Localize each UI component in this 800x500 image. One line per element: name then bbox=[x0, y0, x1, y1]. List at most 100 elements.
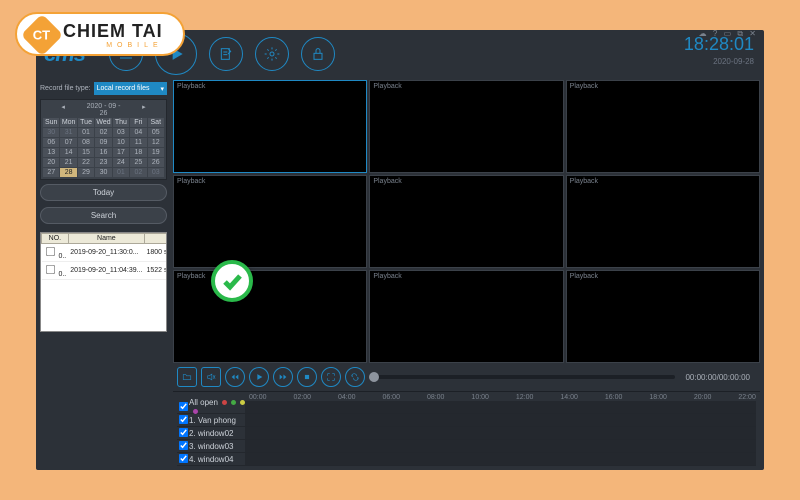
cal-day[interactable]: 30 bbox=[43, 128, 59, 137]
cal-dow: Sun bbox=[43, 118, 59, 127]
cal-day[interactable]: 21 bbox=[60, 158, 76, 167]
cal-day[interactable]: 17 bbox=[113, 148, 129, 157]
video-tile[interactable]: Playback bbox=[566, 175, 760, 268]
video-tile[interactable]: Playback bbox=[173, 175, 367, 268]
table-row[interactable]: 0..2019-09-20_11:04:39...1522 sec bbox=[42, 262, 168, 280]
cal-day[interactable]: 07 bbox=[60, 138, 76, 147]
cal-prev-icon[interactable]: ◂ bbox=[43, 103, 83, 117]
cal-day[interactable]: 28 bbox=[60, 168, 76, 177]
timeline-mark: 18:00 bbox=[649, 394, 667, 401]
file-list[interactable]: NO. Name 0..2019-09-20_11:30:0...1800 se… bbox=[40, 232, 167, 332]
cal-day[interactable]: 11 bbox=[130, 138, 146, 147]
file-type-select[interactable]: Local record files▾ bbox=[94, 82, 167, 95]
slider-thumb[interactable] bbox=[369, 372, 379, 382]
row-checkbox[interactable] bbox=[45, 265, 54, 274]
cal-day[interactable]: 24 bbox=[113, 158, 129, 167]
row-checkbox[interactable] bbox=[45, 247, 54, 256]
play-icon[interactable] bbox=[249, 367, 269, 387]
notes-icon[interactable] bbox=[209, 37, 243, 71]
cal-day[interactable]: 16 bbox=[95, 148, 111, 157]
loop-icon[interactable] bbox=[345, 367, 365, 387]
row-checkbox[interactable] bbox=[179, 414, 188, 423]
app-window: ☁ ? ▭ ⧉ ✕ cms 18:28:01 2020-09-28 Record… bbox=[36, 30, 764, 470]
cal-day[interactable]: 26 bbox=[148, 158, 164, 167]
timeline-row-label: 2. window02 bbox=[189, 429, 245, 438]
calendar[interactable]: ◂2020 - 09 - 26▸ SunMonTueWedThuFriSat30… bbox=[40, 99, 167, 180]
cal-day[interactable]: 02 bbox=[130, 168, 146, 177]
timeline-track[interactable] bbox=[245, 453, 756, 465]
video-tile[interactable]: Playback bbox=[566, 80, 760, 173]
cal-day[interactable]: 29 bbox=[78, 168, 94, 177]
lock-icon[interactable] bbox=[301, 37, 335, 71]
timeline-mark: 22:00 bbox=[738, 394, 756, 401]
timeline-row[interactable]: 2. window02 bbox=[177, 427, 756, 440]
progress-slider[interactable] bbox=[369, 375, 675, 379]
rewind-icon[interactable] bbox=[225, 367, 245, 387]
cal-day[interactable]: 12 bbox=[148, 138, 164, 147]
timeline-row[interactable]: 4. window04 bbox=[177, 453, 756, 466]
timeline-row-label: 1. Van phong bbox=[189, 416, 245, 425]
gear-icon[interactable] bbox=[255, 37, 289, 71]
cal-next-icon[interactable]: ▸ bbox=[124, 103, 164, 117]
cal-day[interactable]: 01 bbox=[113, 168, 129, 177]
search-button[interactable]: Search bbox=[40, 207, 167, 224]
cal-day[interactable]: 02 bbox=[95, 128, 111, 137]
video-tile[interactable]: Playback bbox=[566, 270, 760, 363]
cal-day[interactable]: 14 bbox=[60, 148, 76, 157]
open-folder-icon[interactable] bbox=[177, 367, 197, 387]
tile-label: Playback bbox=[373, 83, 401, 90]
table-row[interactable]: 0..2019-09-20_11:30:0...1800 sec bbox=[42, 244, 168, 262]
cal-day[interactable]: 05 bbox=[148, 128, 164, 137]
cal-day[interactable]: 20 bbox=[43, 158, 59, 167]
cal-day[interactable]: 08 bbox=[78, 138, 94, 147]
cal-day[interactable]: 15 bbox=[78, 148, 94, 157]
timeline-track[interactable] bbox=[245, 401, 756, 413]
video-tile[interactable]: Playback bbox=[369, 270, 563, 363]
cal-day[interactable]: 13 bbox=[43, 148, 59, 157]
timecode: 00:00:00/00:00:00 bbox=[685, 373, 750, 382]
cal-day[interactable]: 09 bbox=[95, 138, 111, 147]
timeline: 00:0002:0004:0006:0008:0010:0012:0014:00… bbox=[173, 391, 760, 470]
timeline-mark: 08:00 bbox=[427, 394, 445, 401]
fullscreen-icon[interactable] bbox=[321, 367, 341, 387]
row-checkbox[interactable] bbox=[179, 427, 188, 436]
forward-icon[interactable] bbox=[273, 367, 293, 387]
cal-day[interactable]: 31 bbox=[60, 128, 76, 137]
timeline-track[interactable] bbox=[245, 440, 756, 452]
watermark-subtitle: MOBILE bbox=[63, 42, 163, 49]
timeline-row[interactable]: 3. window03 bbox=[177, 440, 756, 453]
cal-day[interactable]: 18 bbox=[130, 148, 146, 157]
stop-icon[interactable] bbox=[297, 367, 317, 387]
cal-day[interactable]: 06 bbox=[43, 138, 59, 147]
tile-label: Playback bbox=[177, 83, 205, 90]
cal-day[interactable]: 27 bbox=[43, 168, 59, 177]
video-tile[interactable]: Playback bbox=[369, 80, 563, 173]
cal-day[interactable]: 03 bbox=[113, 128, 129, 137]
cal-day[interactable]: 01 bbox=[78, 128, 94, 137]
cal-day[interactable]: 23 bbox=[95, 158, 111, 167]
timeline-row[interactable]: 1. Van phong bbox=[177, 414, 756, 427]
file-type-label: Record file type: bbox=[40, 85, 91, 92]
cal-day[interactable]: 22 bbox=[78, 158, 94, 167]
mute-icon[interactable] bbox=[201, 367, 221, 387]
tile-label: Playback bbox=[177, 273, 205, 280]
timeline-row[interactable]: All open bbox=[177, 401, 756, 414]
today-button[interactable]: Today bbox=[40, 184, 167, 201]
video-tile[interactable]: Playback bbox=[173, 80, 367, 173]
cal-day[interactable]: 19 bbox=[148, 148, 164, 157]
cal-day[interactable]: 03 bbox=[148, 168, 164, 177]
cal-dow: Fri bbox=[130, 118, 146, 127]
timeline-mark: 00:00 bbox=[249, 394, 267, 401]
timeline-track[interactable] bbox=[245, 414, 756, 426]
video-tile[interactable]: Playback bbox=[173, 270, 367, 363]
row-checkbox[interactable] bbox=[179, 453, 188, 462]
cal-day[interactable]: 25 bbox=[130, 158, 146, 167]
cal-day[interactable]: 04 bbox=[130, 128, 146, 137]
row-checkbox[interactable] bbox=[179, 440, 188, 449]
timeline-row-label: 3. window03 bbox=[189, 442, 245, 451]
timeline-track[interactable] bbox=[245, 427, 756, 439]
video-tile[interactable]: Playback bbox=[369, 175, 563, 268]
cal-day[interactable]: 10 bbox=[113, 138, 129, 147]
cal-day[interactable]: 30 bbox=[95, 168, 111, 177]
row-checkbox[interactable] bbox=[179, 401, 188, 410]
